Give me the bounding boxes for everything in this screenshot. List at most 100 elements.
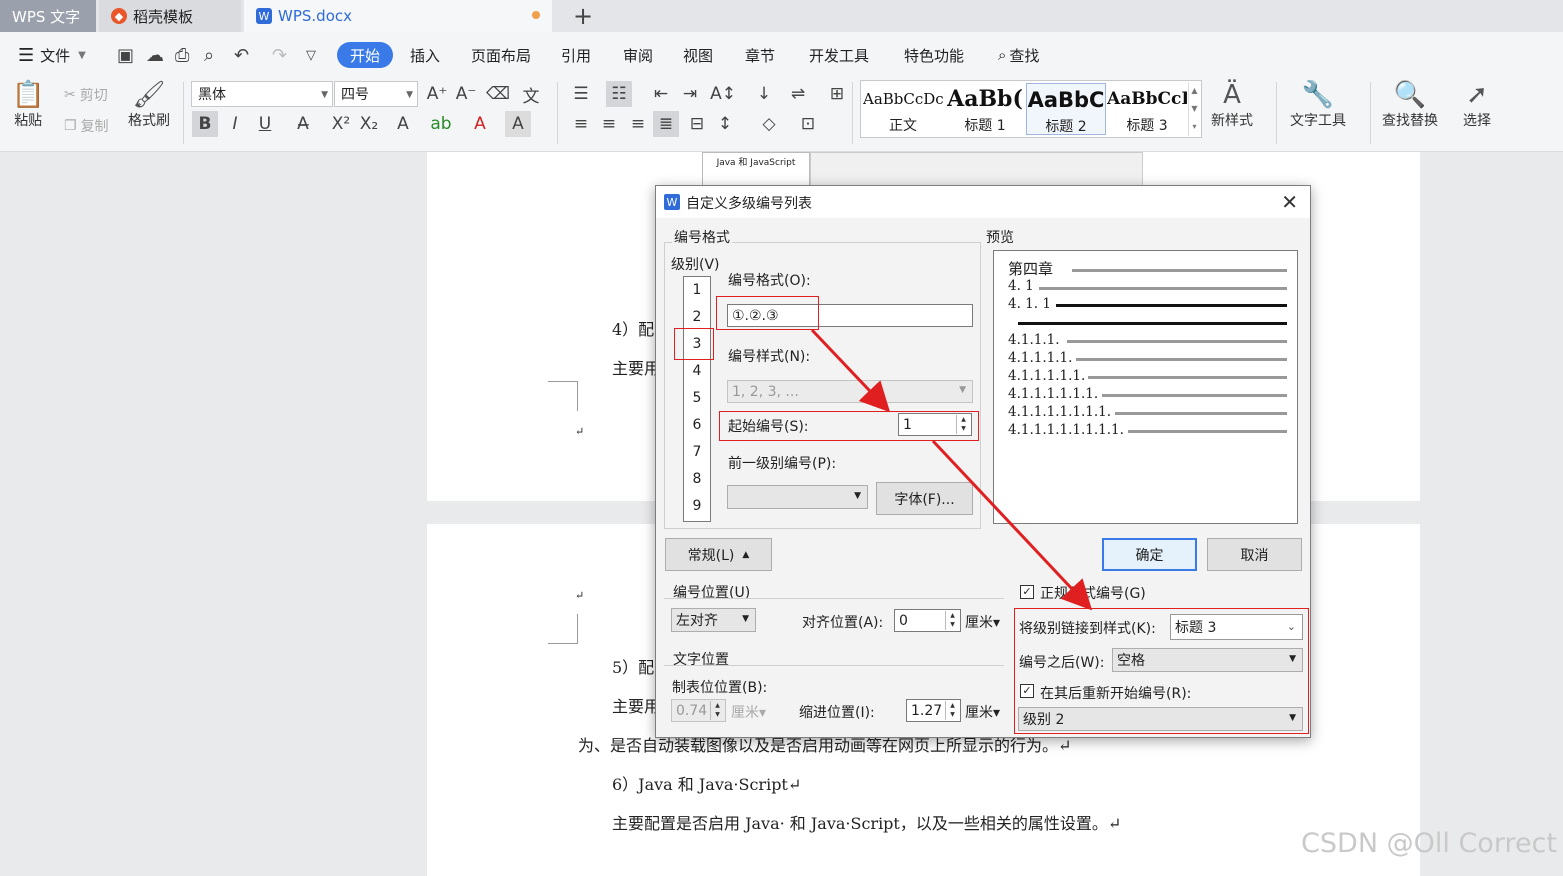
level-item[interactable]: 1 (684, 277, 710, 304)
level-list[interactable]: 1 2 3 4 5 6 7 8 9 (683, 276, 711, 522)
align-select[interactable]: 左对齐 ▼ (671, 608, 756, 632)
cloud-icon[interactable]: ☁ (146, 45, 164, 66)
link-style-select[interactable]: 标题 3 ⌄ (1170, 614, 1303, 640)
align-position-input[interactable]: 0 ▲ ▼ (894, 609, 961, 632)
unit-select[interactable]: 厘米▾ (965, 702, 1000, 722)
after-number-select[interactable]: 空格 ▼ (1112, 648, 1303, 672)
phonetic-icon[interactable]: 文 (518, 81, 544, 107)
italic-icon[interactable]: I (222, 111, 248, 137)
tab-template[interactable]: ◆ 稻壳模板 (99, 0, 241, 32)
paste-button[interactable]: 📋 粘贴 (12, 80, 44, 130)
subscript-icon[interactable]: X₂ (356, 111, 382, 137)
style-normal[interactable]: AaBbCcDc 正文 (863, 83, 943, 135)
unit-select[interactable]: 厘米▾ (965, 612, 1000, 632)
menu-insert[interactable]: 插入 (410, 42, 440, 68)
find-replace-button[interactable]: 🔍 查找替换 (1382, 80, 1438, 130)
menu-review[interactable]: 审阅 (623, 42, 653, 68)
numbered-list-icon[interactable]: ☷ (606, 81, 632, 107)
number-format-input[interactable]: ①.②.③ (727, 304, 973, 327)
bold-icon[interactable]: B (192, 111, 218, 137)
font-size-select[interactable]: 四号 ▼ (334, 81, 418, 107)
restart-checkbox[interactable]: ✓ (1020, 684, 1034, 698)
spinner-icon[interactable]: ▲ ▼ (945, 701, 959, 720)
show-marks-icon[interactable]: ⇌ (785, 81, 811, 107)
general-button[interactable]: 常规(L) ▲ (665, 538, 772, 571)
menu-references[interactable]: 引用 (561, 42, 591, 68)
strikethrough-icon[interactable]: A̶ (290, 111, 316, 137)
decrease-indent-icon[interactable]: ⇤ (648, 81, 674, 107)
menu-view[interactable]: 视图 (683, 42, 713, 68)
spinner-icon[interactable]: ▲ ▼ (956, 415, 970, 434)
highlight-icon[interactable]: ab (428, 111, 454, 137)
text-tools-button[interactable]: 🔧 文字工具 (1290, 80, 1346, 130)
increase-indent-icon[interactable]: ⇥ (677, 81, 703, 107)
start-number-input[interactable]: 1 ▲ ▼ (898, 413, 972, 436)
sort-icon[interactable]: ↓ (751, 81, 777, 107)
char-shading-icon[interactable]: A (505, 111, 531, 137)
ok-button[interactable]: 确定 (1102, 538, 1197, 571)
prev-level-select[interactable]: ▼ (727, 485, 868, 509)
level-item[interactable]: 7 (684, 439, 710, 466)
menu-search[interactable]: ⌕ 查找 (998, 42, 1039, 68)
level-item[interactable]: 2 (684, 304, 710, 331)
print-icon[interactable]: ⎙ (175, 45, 189, 66)
align-right-icon[interactable]: ≡ (625, 111, 651, 137)
menu-layout[interactable]: 页面布局 (471, 42, 531, 68)
border-icon[interactable]: ⊡ (795, 111, 821, 137)
level-item[interactable]: 8 (684, 466, 710, 493)
undo-icon[interactable]: ↶ (234, 45, 249, 66)
cut-button[interactable]: ✂ 剪切 (64, 85, 108, 105)
level-item[interactable]: 9 (684, 493, 710, 520)
line-spacing-icon[interactable]: ↕ (712, 111, 738, 137)
level-item[interactable]: 4 (684, 358, 710, 385)
new-style-button[interactable]: Ä 新样式 (1211, 80, 1253, 130)
close-icon[interactable]: ✕ (1281, 190, 1298, 214)
tab-wps-writer[interactable]: WPS 文字 (0, 0, 96, 32)
justify-icon[interactable]: ≣ (653, 111, 679, 137)
spinner-icon[interactable]: ▲ ▼ (945, 611, 959, 630)
menu-developer[interactable]: 开发工具 (809, 42, 869, 68)
new-tab-button[interactable]: + (566, 0, 600, 32)
file-menu[interactable]: ☰ 文件 ▼ (18, 42, 86, 68)
align-left-icon[interactable]: ≡ (568, 111, 594, 137)
unit-select-disabled[interactable]: 厘米▾ (731, 702, 766, 722)
print-preview-icon[interactable]: ⌕ (204, 45, 214, 66)
cancel-button[interactable]: 取消 (1207, 538, 1302, 571)
font-family-select[interactable]: 黑体 ▼ (191, 81, 333, 107)
legal-checkbox[interactable]: ✓ (1020, 585, 1034, 599)
tab-position-input[interactable]: 0.74 ▲ ▼ (671, 699, 726, 722)
gallery-scroll[interactable]: ▲ ▼ ▾ (1188, 82, 1200, 136)
spinner-icon[interactable]: ▲ ▼ (710, 701, 724, 720)
superscript-icon[interactable]: X² (328, 111, 354, 137)
redo-icon[interactable]: ↷ (272, 45, 287, 66)
menu-features[interactable]: 特色功能 (904, 42, 964, 68)
level-item[interactable]: 5 (684, 385, 710, 412)
shrink-font-icon[interactable]: A⁻ (453, 81, 479, 107)
table-layout-icon[interactable]: ⊞ (824, 81, 850, 107)
indent-input[interactable]: 1.27 ▲ ▼ (906, 699, 961, 722)
font-button[interactable]: 字体(F)... (876, 482, 973, 515)
style-heading-3[interactable]: AaBbCcI 标题 3 (1107, 83, 1187, 135)
bullet-list-icon[interactable]: ☰ (568, 81, 594, 107)
underline-icon[interactable]: U (252, 111, 278, 137)
restart-level-select[interactable]: 级别 2 ▼ (1018, 707, 1303, 731)
copy-button[interactable]: ❐ 复制 (64, 116, 109, 136)
format-painter-button[interactable]: 🖌 格式刷 (128, 80, 170, 130)
grow-font-icon[interactable]: A⁺ (424, 81, 450, 107)
align-center-icon[interactable]: ≡ (596, 111, 622, 137)
text-direction-icon[interactable]: A↕ (710, 81, 736, 107)
distribute-icon[interactable]: ⊟ (684, 111, 710, 137)
style-heading-1[interactable]: AaBb( 标题 1 (945, 83, 1025, 135)
style-heading-2[interactable]: AaBbC 标题 2 (1026, 83, 1106, 135)
select-button[interactable]: ➚ 选择 (1463, 80, 1491, 130)
save-icon[interactable]: ▣ (117, 45, 134, 66)
number-style-select[interactable]: 1, 2, 3, ... ▼ (727, 380, 973, 403)
tab-document[interactable]: W WPS.docx (244, 0, 552, 32)
shading-icon[interactable]: ◇ (756, 111, 782, 137)
menu-chapter[interactable]: 章节 (745, 42, 775, 68)
more-icon[interactable]: ▽ (306, 48, 316, 63)
menu-start[interactable]: 开始 (337, 42, 394, 68)
clear-format-icon[interactable]: ⌫ (485, 81, 511, 107)
font-color-icon[interactable]: A (467, 111, 493, 137)
text-effect-icon[interactable]: A (390, 111, 416, 137)
